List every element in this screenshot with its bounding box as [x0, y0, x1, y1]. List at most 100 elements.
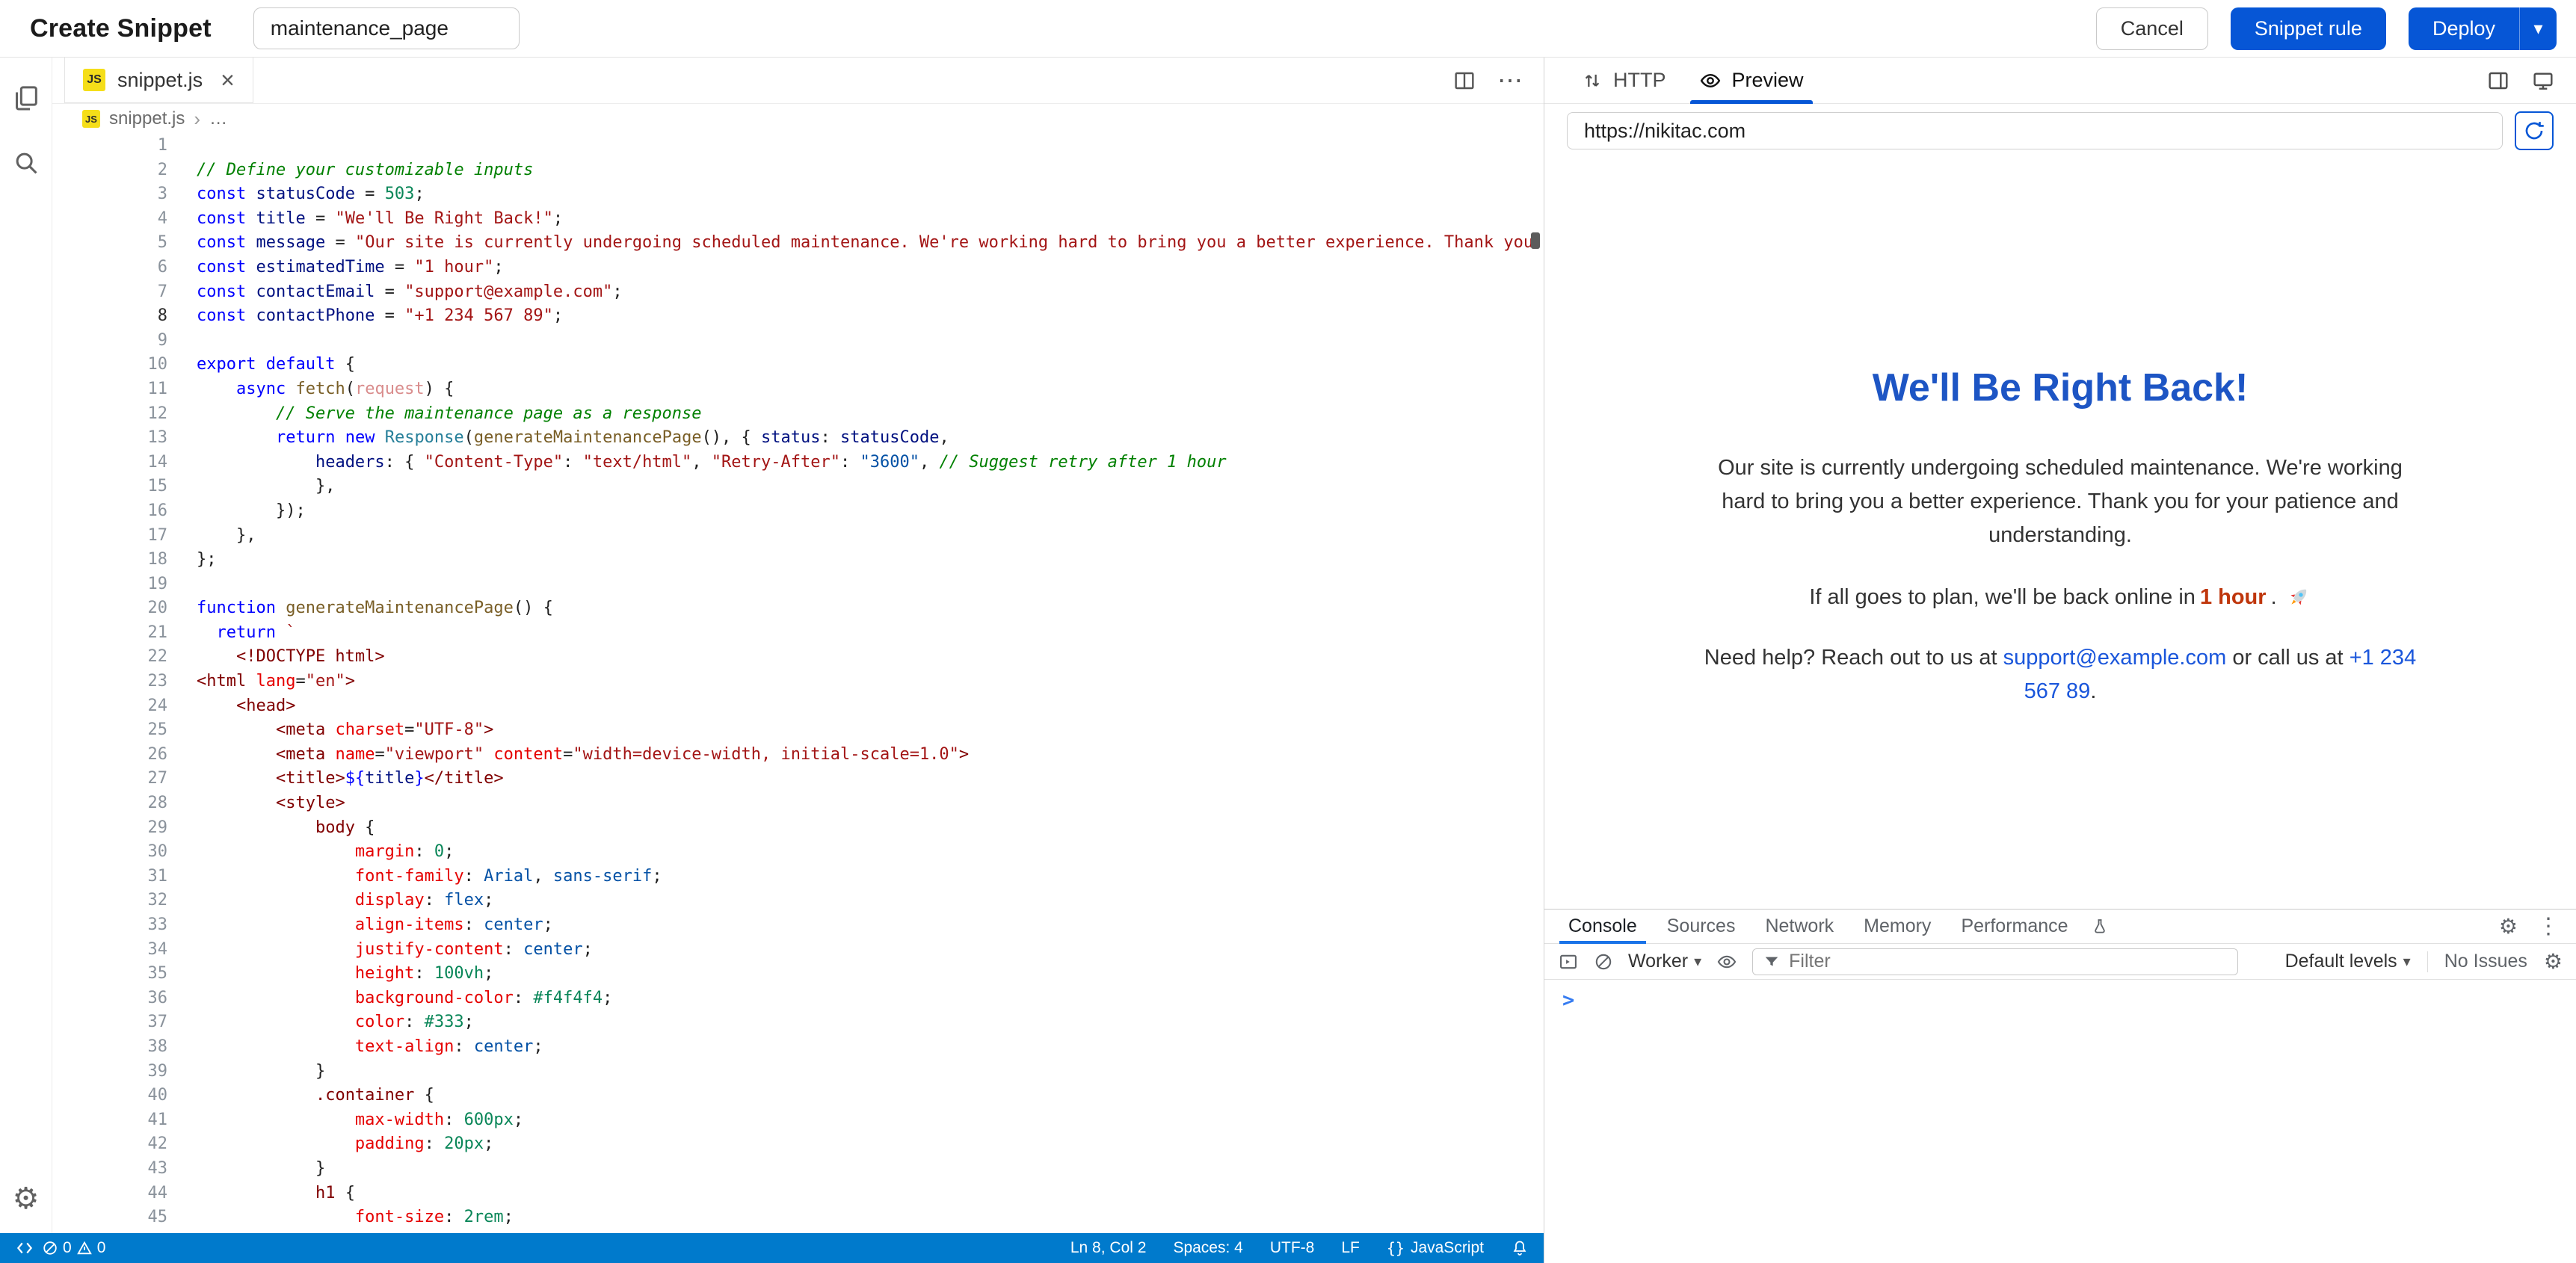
code-line[interactable]: 42 padding: 20px; [52, 1132, 1544, 1157]
cancel-button[interactable]: Cancel [2096, 7, 2208, 50]
code-line[interactable]: 15 }, [52, 475, 1544, 499]
code-line[interactable]: 4const title = "We'll Be Right Back!"; [52, 207, 1544, 232]
split-panel-icon[interactable] [2486, 69, 2510, 93]
clear-console-icon[interactable] [1594, 952, 1613, 972]
code-line[interactable]: 14 headers: { "Content-Type": "text/html… [52, 451, 1544, 475]
console-filter[interactable] [1752, 948, 2238, 975]
devtools-settings-gear-icon[interactable]: ⚙ [2499, 916, 2518, 937]
snippet-rule-button[interactable]: Snippet rule [2231, 7, 2386, 50]
problems-indicator[interactable]: 0 0 [42, 1239, 105, 1257]
code-line[interactable]: 41 max-width: 600px; [52, 1108, 1544, 1133]
split-editor-icon[interactable] [1452, 69, 1476, 93]
devtools-tab-sources[interactable]: Sources [1652, 910, 1751, 943]
code-line[interactable]: 33 align-items: center; [52, 913, 1544, 938]
code-line[interactable]: 38 text-align: center; [52, 1035, 1544, 1060]
tab-snippet-js[interactable]: JS snippet.js × [64, 58, 253, 103]
code-line[interactable]: 20function generateMaintenancePage() { [52, 596, 1544, 621]
code-line[interactable]: 21 return ` [52, 621, 1544, 646]
code-line[interactable]: 24 <head> [52, 694, 1544, 719]
code-line[interactable]: 43 } [52, 1157, 1544, 1182]
chevron-right-icon: › [194, 108, 200, 131]
console-output[interactable]: > [1544, 980, 2576, 1263]
code-line[interactable]: 39 } [52, 1060, 1544, 1084]
issues-counter[interactable]: No Issues [2444, 951, 2527, 972]
live-expression-eye-icon[interactable] [1716, 951, 1737, 972]
search-icon[interactable] [12, 149, 40, 177]
maintenance-page: We'll Be Right Back! Our site is current… [1679, 358, 2441, 708]
code-line[interactable]: 40 .container { [52, 1084, 1544, 1108]
code-line[interactable]: 23<html lang="en"> [52, 670, 1544, 694]
code-line[interactable]: 36 background-color: #f4f4f4; [52, 986, 1544, 1011]
code-line[interactable]: 10export default { [52, 353, 1544, 377]
page-title: Create Snippet [30, 14, 212, 43]
code-line[interactable]: 35 height: 100vh; [52, 962, 1544, 986]
code-line[interactable]: 32 display: flex; [52, 889, 1544, 913]
code-line[interactable]: 7const contactEmail = "support@example.c… [52, 280, 1544, 305]
line-number: 30 [52, 840, 197, 865]
code-line[interactable]: 46 color: # [52, 1230, 1544, 1233]
code-line[interactable]: 5const message = "Our site is currently … [52, 231, 1544, 256]
filter-input[interactable] [1789, 951, 2227, 972]
code-line[interactable]: 25 <meta charset="UTF-8"> [52, 718, 1544, 743]
indentation-setting[interactable]: Spaces: 4 [1173, 1239, 1242, 1257]
code-line[interactable]: 8const contactPhone = "+1 234 567 89"; [52, 304, 1544, 329]
console-prompt-icon[interactable]: > [1562, 989, 1574, 1012]
language-mode[interactable]: {} JavaScript [1387, 1239, 1484, 1257]
console-sidebar-icon[interactable] [1558, 951, 1579, 972]
devtools-kebab-menu-icon[interactable]: ⋮ [2537, 915, 2560, 938]
code-line[interactable]: 1 [52, 134, 1544, 158]
more-actions-icon[interactable]: ⋯ [1497, 68, 1523, 93]
code-line[interactable]: 18}; [52, 548, 1544, 572]
code-line[interactable]: 29 body { [52, 816, 1544, 841]
eol-setting[interactable]: LF [1341, 1239, 1360, 1257]
settings-gear-icon[interactable]: ⚙ [13, 1184, 40, 1214]
code-line[interactable]: 37 color: #333; [52, 1010, 1544, 1035]
code-line[interactable]: 6const estimatedTime = "1 hour"; [52, 256, 1544, 280]
console-settings-gear-icon[interactable]: ⚙ [2544, 951, 2563, 972]
encoding-setting[interactable]: UTF-8 [1270, 1239, 1315, 1257]
deploy-button[interactable]: Deploy [2409, 7, 2519, 50]
devtools-tab-memory[interactable]: Memory [1849, 910, 1946, 943]
tab-preview[interactable]: Preview [1683, 58, 1820, 103]
execution-context-selector[interactable]: Worker ▾ [1628, 951, 1701, 972]
code-line[interactable]: 2// Define your customizable inputs [52, 158, 1544, 183]
editor-pane: ⚙ JS snippet.js × [0, 58, 1544, 1263]
breadcrumb-file[interactable]: snippet.js [109, 108, 185, 129]
code-line[interactable]: 34 justify-content: center; [52, 938, 1544, 963]
code-line[interactable]: 19 [52, 572, 1544, 597]
refresh-button[interactable] [2515, 111, 2554, 150]
cursor-position[interactable]: Ln 8, Col 2 [1070, 1239, 1147, 1257]
url-input[interactable] [1567, 112, 2503, 149]
close-tab-icon[interactable]: × [221, 68, 235, 92]
code-line[interactable]: 30 margin: 0; [52, 840, 1544, 865]
breadcrumb[interactable]: JS snippet.js › … [52, 104, 1544, 134]
code-line[interactable]: 28 <style> [52, 791, 1544, 816]
support-email-link[interactable]: support@example.com [2003, 646, 2227, 670]
code-line[interactable]: 16 }); [52, 499, 1544, 524]
code-line[interactable]: 44 h1 { [52, 1182, 1544, 1206]
deploy-dropdown-button[interactable]: ▾ [2519, 7, 2557, 50]
code-line[interactable]: 31 font-family: Arial, sans-serif; [52, 865, 1544, 889]
editor-scrollbar[interactable] [1527, 134, 1544, 1233]
devtools-tab-console[interactable]: Console [1553, 910, 1652, 943]
code-line[interactable]: 27 <title>${title}</title> [52, 767, 1544, 791]
code-line[interactable]: 9 [52, 329, 1544, 353]
code-editor[interactable]: 12// Define your customizable inputs3con… [52, 134, 1544, 1233]
code-line[interactable]: 17 }, [52, 524, 1544, 549]
code-line[interactable]: 13 return new Response(generateMaintenan… [52, 426, 1544, 451]
code-line[interactable]: 12 // Serve the maintenance page as a re… [52, 402, 1544, 427]
code-line[interactable]: 3const statusCode = 503; [52, 182, 1544, 207]
remote-icon[interactable] [15, 1238, 34, 1258]
code-line[interactable]: 26 <meta name="viewport" content="width=… [52, 743, 1544, 768]
devtools-tab-network[interactable]: Network [1750, 910, 1849, 943]
code-line[interactable]: 11 async fetch(request) { [52, 377, 1544, 402]
notifications-bell-icon[interactable] [1511, 1239, 1529, 1257]
snippet-name-input[interactable] [253, 7, 520, 49]
log-levels-selector[interactable]: Default levels ▾ [2285, 951, 2411, 972]
code-line[interactable]: 45 font-size: 2rem; [52, 1205, 1544, 1230]
files-icon[interactable] [11, 83, 41, 113]
code-line[interactable]: 22 <!DOCTYPE html> [52, 645, 1544, 670]
devtools-tab-performance[interactable]: Performance [1946, 910, 2083, 943]
device-icon[interactable] [2531, 69, 2555, 93]
tab-http[interactable]: HTTP [1565, 58, 1683, 103]
